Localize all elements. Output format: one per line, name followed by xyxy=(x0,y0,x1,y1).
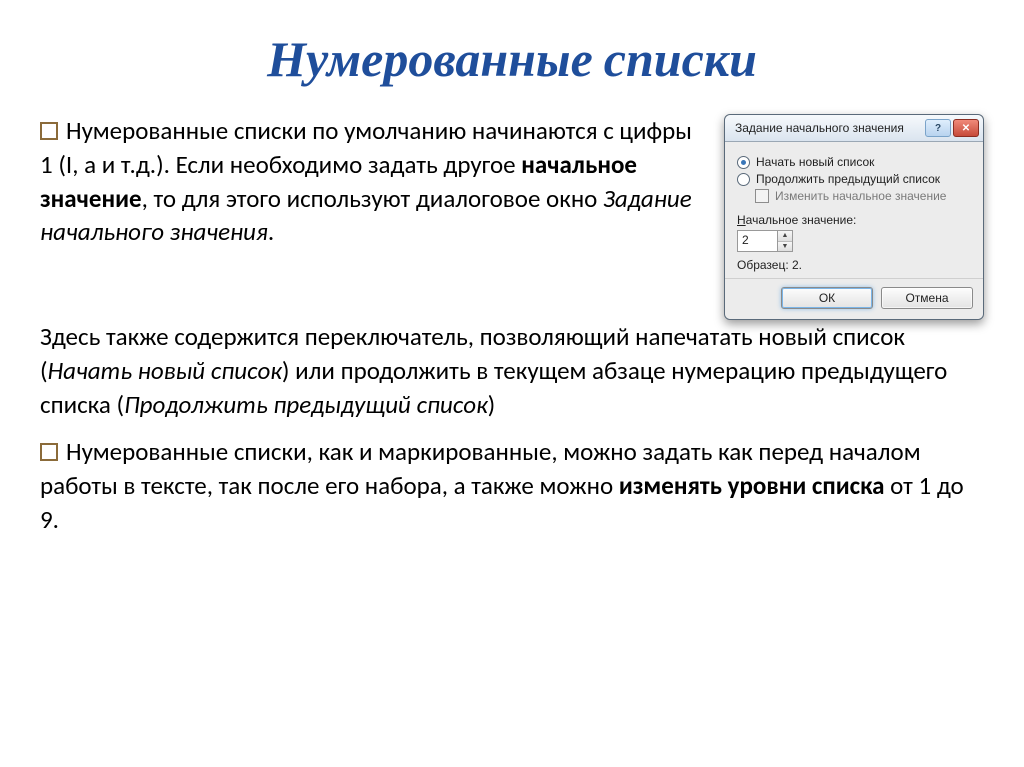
help-icon[interactable]: ? xyxy=(925,119,951,137)
start-value-label: Начальное значение: xyxy=(737,213,971,227)
checkbox-change-start-value: Изменить начальное значение xyxy=(737,189,971,203)
paragraph-2: Здесь также содержится переключатель, по… xyxy=(40,320,984,421)
spinner-value[interactable]: 2 xyxy=(738,231,777,251)
start-value-spinner[interactable]: 2 ▲ ▼ xyxy=(737,230,793,252)
radio-icon xyxy=(737,156,750,169)
p2-i2: Продолжить предыдущий список xyxy=(124,389,488,420)
sample-preview: Образец: 2. xyxy=(737,258,971,272)
dialog-titlebar: Задание начального значения ? ✕ xyxy=(725,115,983,142)
radio-label: Начать новый список xyxy=(756,155,874,169)
paragraph-1: Нумерованные списки по умолчанию начинаю… xyxy=(40,114,706,249)
ok-button[interactable]: ОК xyxy=(781,287,873,309)
radio-icon xyxy=(737,173,750,186)
checkbox-icon xyxy=(755,189,769,203)
spinner-up-icon[interactable]: ▲ xyxy=(778,231,792,242)
cancel-button[interactable]: Отмена xyxy=(881,287,973,309)
paragraph-3: Нумерованные списки, как и маркированные… xyxy=(40,435,984,536)
label-rest: ачальное значение: xyxy=(746,213,857,227)
p1-tail: . xyxy=(268,216,274,247)
p3-bold: изменять уровни списка xyxy=(619,470,885,501)
dialog-set-numbering-value: Задание начального значения ? ✕ Начать н… xyxy=(724,114,984,320)
radio-continue-list[interactable]: Продолжить предыдущий список xyxy=(737,172,971,186)
p2-i1: Начать новый список xyxy=(48,355,282,386)
p1-mid: , то для этого используют диалоговое окн… xyxy=(142,183,603,214)
radio-start-new-list[interactable]: Начать новый список xyxy=(737,155,971,169)
checkbox-label: Изменить начальное значение xyxy=(775,189,946,203)
close-icon[interactable]: ✕ xyxy=(953,119,979,137)
label-accel: Н xyxy=(737,213,746,227)
p2-c: ) xyxy=(488,389,496,420)
bullet-icon xyxy=(40,443,58,461)
slide-title: Нумерованные списки xyxy=(40,30,984,89)
spinner-down-icon[interactable]: ▼ xyxy=(778,242,792,252)
bullet-icon xyxy=(40,122,58,140)
dialog-title: Задание начального значения xyxy=(735,121,904,135)
radio-label: Продолжить предыдущий список xyxy=(756,172,940,186)
